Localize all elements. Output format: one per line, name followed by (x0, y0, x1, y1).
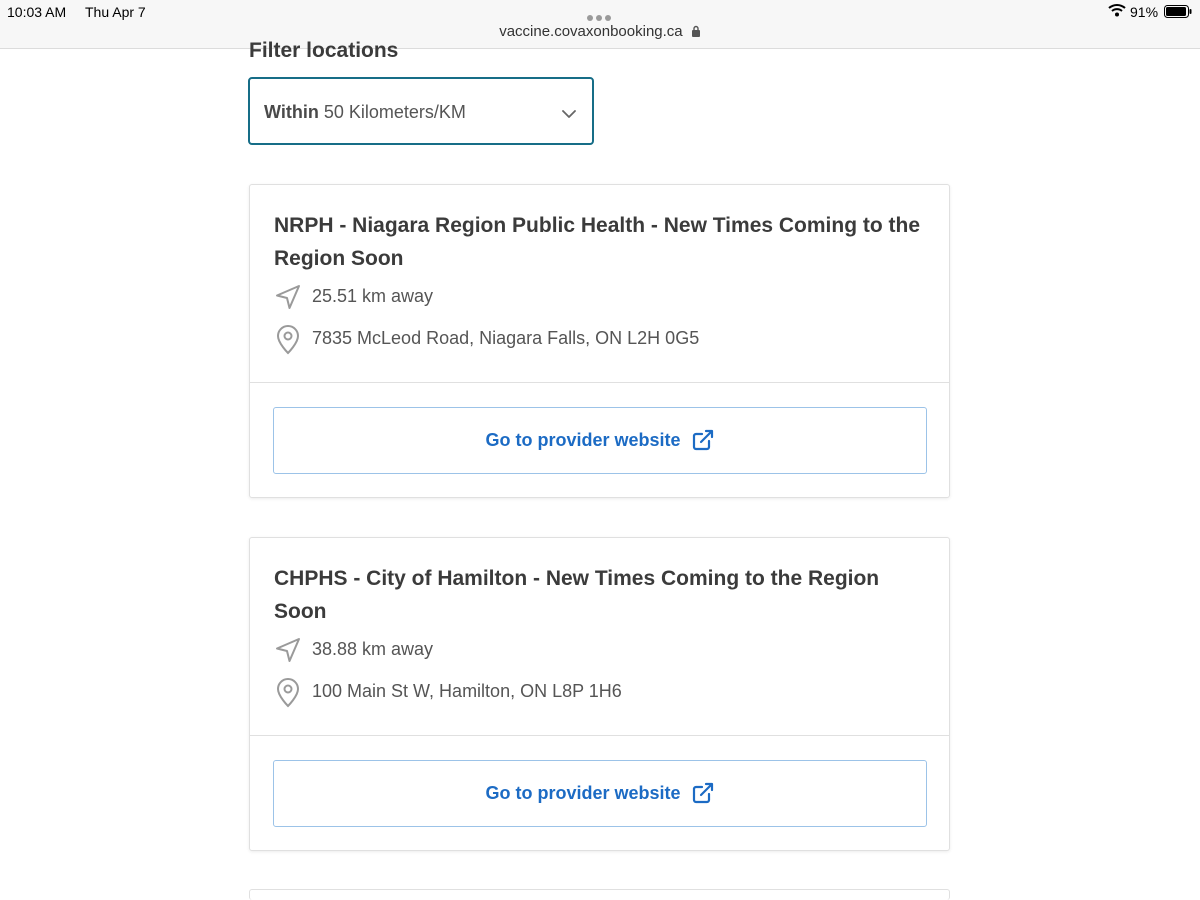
location-card-partial (249, 889, 950, 900)
address-bar[interactable]: vaccine.covaxonbooking.ca (0, 23, 1200, 41)
chevron-down-icon (562, 106, 576, 124)
location-title: CHPHS - City of Hamilton - New Times Com… (274, 567, 880, 623)
external-link-icon (691, 781, 715, 810)
battery-percentage: 91% (1130, 4, 1159, 20)
distance-select-text: Within 50 Kilometers/KM (264, 102, 466, 123)
navigation-arrow-icon (274, 283, 302, 316)
select-prefix: Within (264, 102, 319, 122)
distance-select[interactable]: Within 50 Kilometers/KM (248, 77, 594, 145)
external-link-icon (691, 428, 715, 457)
map-pin-icon (274, 325, 302, 360)
distance-text: 38.88 km away (312, 639, 434, 659)
url-text: vaccine.covaxonbooking.ca (499, 23, 683, 40)
location-card: CHPHS - City of Hamilton - New Times Com… (249, 537, 950, 851)
card-divider (250, 382, 949, 383)
battery-icon (1164, 5, 1192, 23)
distance-text: 25.51 km away (312, 286, 434, 306)
status-time: 10:03 AM (7, 4, 67, 20)
provider-website-button[interactable]: Go to provider website (273, 407, 927, 474)
map-pin-icon (274, 678, 302, 713)
location-title: NRPH - Niagara Region Public Health - Ne… (274, 214, 921, 270)
filter-title: Filter locations (249, 39, 399, 62)
wifi-icon (1108, 3, 1126, 22)
location-card: NRPH - Niagara Region Public Health - Ne… (249, 184, 950, 498)
card-divider (250, 735, 949, 736)
address-text: 100 Main St W, Hamilton, ON L8P 1H6 (312, 681, 622, 701)
lock-icon (691, 24, 701, 41)
navigation-arrow-icon (274, 636, 302, 669)
provider-button-label: Go to provider website (485, 783, 681, 803)
tab-overview-dots-icon[interactable] (587, 8, 615, 21)
select-value: 50 Kilometers/KM (323, 102, 466, 122)
status-date: Thu Apr 7 (85, 4, 146, 20)
provider-button-label: Go to provider website (485, 430, 681, 450)
address-text: 7835 McLeod Road, Niagara Falls, ON L2H … (312, 328, 700, 348)
provider-website-button[interactable]: Go to provider website (273, 760, 927, 827)
status-bar: 10:03 AM Thu Apr 7 vaccine.covaxonbookin… (0, 0, 1200, 49)
